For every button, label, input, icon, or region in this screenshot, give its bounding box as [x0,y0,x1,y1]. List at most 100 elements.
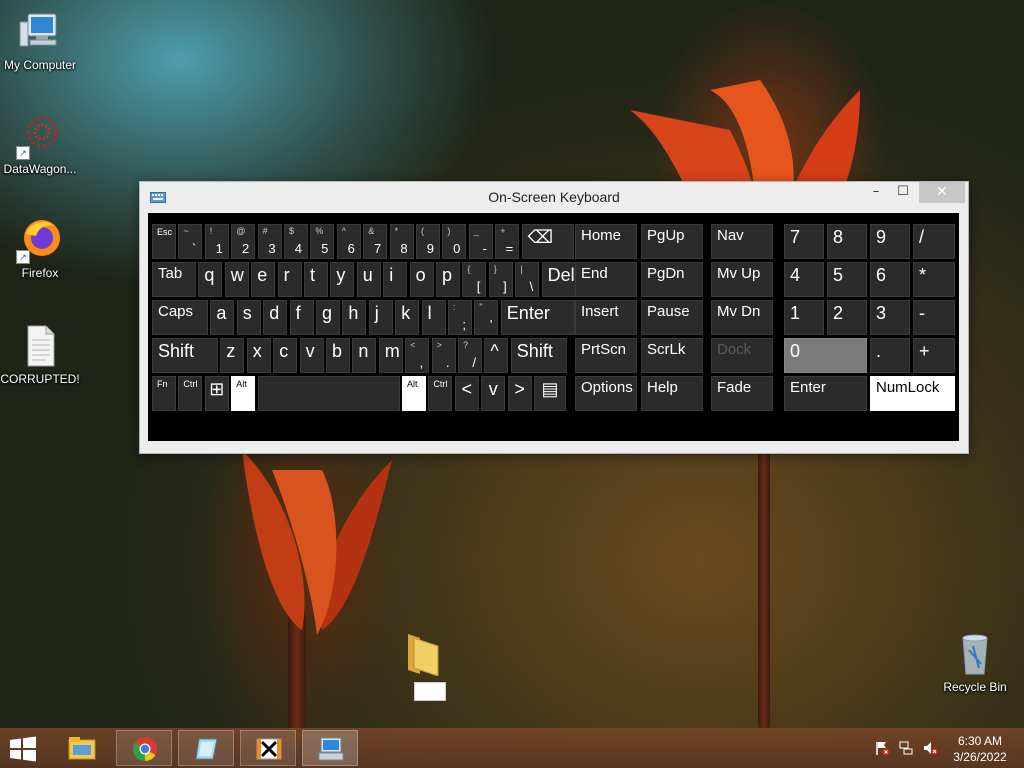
key-p[interactable]: p [436,262,460,297]
taskbar-chrome[interactable] [116,730,172,766]
taskbar-onscreen-keyboard[interactable] [302,730,358,766]
key-menu-icon[interactable]: ▤ [534,376,566,411]
minimize-button[interactable]: – [865,182,887,203]
key-[interactable]: " ' [474,300,499,335]
key-scrlk[interactable]: ScrLk [641,338,703,373]
key-[interactable]: }] [488,262,513,297]
key-v[interactable]: v [299,338,324,373]
numpad-key-decimal[interactable]: . [870,338,910,373]
numpad-key-2[interactable]: 2 [827,300,867,335]
key-9[interactable]: (9 [416,224,440,259]
desktop-icon-corrupted[interactable]: CORRUPTED! [0,322,80,386]
key-pgup[interactable]: PgUp [641,224,703,259]
key-h[interactable]: h [342,300,367,335]
key-x[interactable]: x [246,338,271,373]
key-home[interactable]: Home [575,224,637,259]
key-nav[interactable]: Nav [711,224,773,259]
desktop-icon-datawagon[interactable]: ↗ DataWagon... [0,112,80,176]
desktop-icon-recycle-bin[interactable]: Recycle Bin [935,630,1015,694]
numpad-key-4[interactable]: 4 [784,262,824,297]
key-7[interactable]: & 7 [363,224,388,259]
key-5[interactable]: % 5 [310,224,335,259]
key-prtscn[interactable]: PrtScn [575,338,637,373]
key-pause[interactable]: Pause [641,300,703,335]
desktop-folder[interactable] [404,630,450,702]
key-alt[interactable]: Alt [231,376,256,411]
network-icon[interactable] [898,740,914,756]
numpad-key-divide[interactable]: / [913,224,955,259]
key-alt[interactable]: Alt [402,376,426,411]
taskbar-clock[interactable]: 6:30 AM 3/26/2022 [944,733,1016,765]
key-m[interactable]: m [378,338,403,373]
key-n[interactable]: n [352,338,377,373]
key-enter[interactable]: Enter [500,300,575,335]
numpad-key-5[interactable]: 5 [827,262,867,297]
maximize-button[interactable]: ☐ [892,182,914,203]
key-[interactable]: ⌫ [521,224,574,259]
key-dock[interactable]: Dock [711,338,773,373]
key-q[interactable]: q [198,262,223,297]
key-[interactable]: ? / [458,338,482,373]
key-c[interactable]: c [273,338,298,373]
key-ctrl[interactable]: Ctrl [428,376,453,411]
key-d[interactable]: d [263,300,288,335]
key-pgdn[interactable]: PgDn [641,262,703,297]
desktop-icon-my-computer[interactable]: My Computer [0,8,80,72]
numpad-key-7[interactable]: 7 [784,224,824,259]
key-r[interactable]: r [277,262,302,297]
key-numlock[interactable]: NumLock [870,376,955,411]
key-end[interactable]: End [575,262,637,297]
key-[interactable]: _ - [468,224,493,259]
key-ctrl[interactable]: Ctrl [178,376,203,411]
key-z[interactable]: z [220,338,245,373]
key-u[interactable]: u [356,262,381,297]
key-arrow-left[interactable]: < [454,376,479,411]
key-del[interactable]: Del [541,262,578,297]
key-[interactable]: | \ [515,262,540,297]
key-f[interactable]: f [289,300,314,335]
key-esc[interactable]: Esc [152,224,176,259]
key-[interactable]: + = [495,224,520,259]
numpad-key-plus[interactable]: + [913,338,955,373]
key-shift[interactable]: Shift [510,338,567,373]
key-options[interactable]: Options [575,376,637,411]
key-4[interactable]: $4 [284,224,308,259]
key-arrow-right[interactable]: > [507,376,532,411]
key-g[interactable]: g [316,300,340,335]
key-shift[interactable]: Shift [152,338,218,373]
key-t[interactable]: t [304,262,328,297]
taskbar-xampp[interactable] [240,730,296,766]
key-[interactable]: >. [431,338,456,373]
osk-titlebar[interactable]: On-Screen Keyboard – ☐ ✕ [140,182,968,212]
key-[interactable]: ~ ` [178,224,203,259]
key-fn[interactable]: Fn [152,376,176,411]
key-a[interactable]: a [210,300,235,335]
key-fade[interactable]: Fade [711,376,773,411]
key-arrow-up[interactable]: ^ [484,338,509,373]
desktop-icon-firefox[interactable]: ↗ Firefox [0,216,80,280]
numpad-key-3[interactable]: 3 [870,300,910,335]
key-3[interactable]: #3 [257,224,282,259]
key-b[interactable]: b [326,338,350,373]
numpad-key-multiply[interactable]: * [913,262,955,297]
key-tab[interactable]: Tab [152,262,196,297]
key-arrow-down[interactable]: v [481,376,506,411]
key-[interactable]: {[ [462,262,487,297]
key-l[interactable]: l [421,300,446,335]
numpad-key-enter[interactable]: Enter [784,376,867,411]
taskbar-file-explorer[interactable] [54,730,110,766]
key-s[interactable]: s [236,300,261,335]
action-center-flag-icon[interactable] [874,740,890,756]
key-insert[interactable]: Insert [575,300,637,335]
speaker-muted-icon[interactable] [922,740,938,756]
key-help[interactable]: Help [641,376,703,411]
key-y[interactable]: y [330,262,355,297]
key-mv-up[interactable]: Mv Up [711,262,773,297]
start-button[interactable] [8,736,38,762]
key-mv-dn[interactable]: Mv Dn [711,300,773,335]
key-i[interactable]: i [383,262,408,297]
close-button[interactable]: ✕ [919,182,965,203]
key-0[interactable]: ) 0 [442,224,467,259]
key-e[interactable]: e [251,262,276,297]
numpad-key-8[interactable]: 8 [827,224,867,259]
